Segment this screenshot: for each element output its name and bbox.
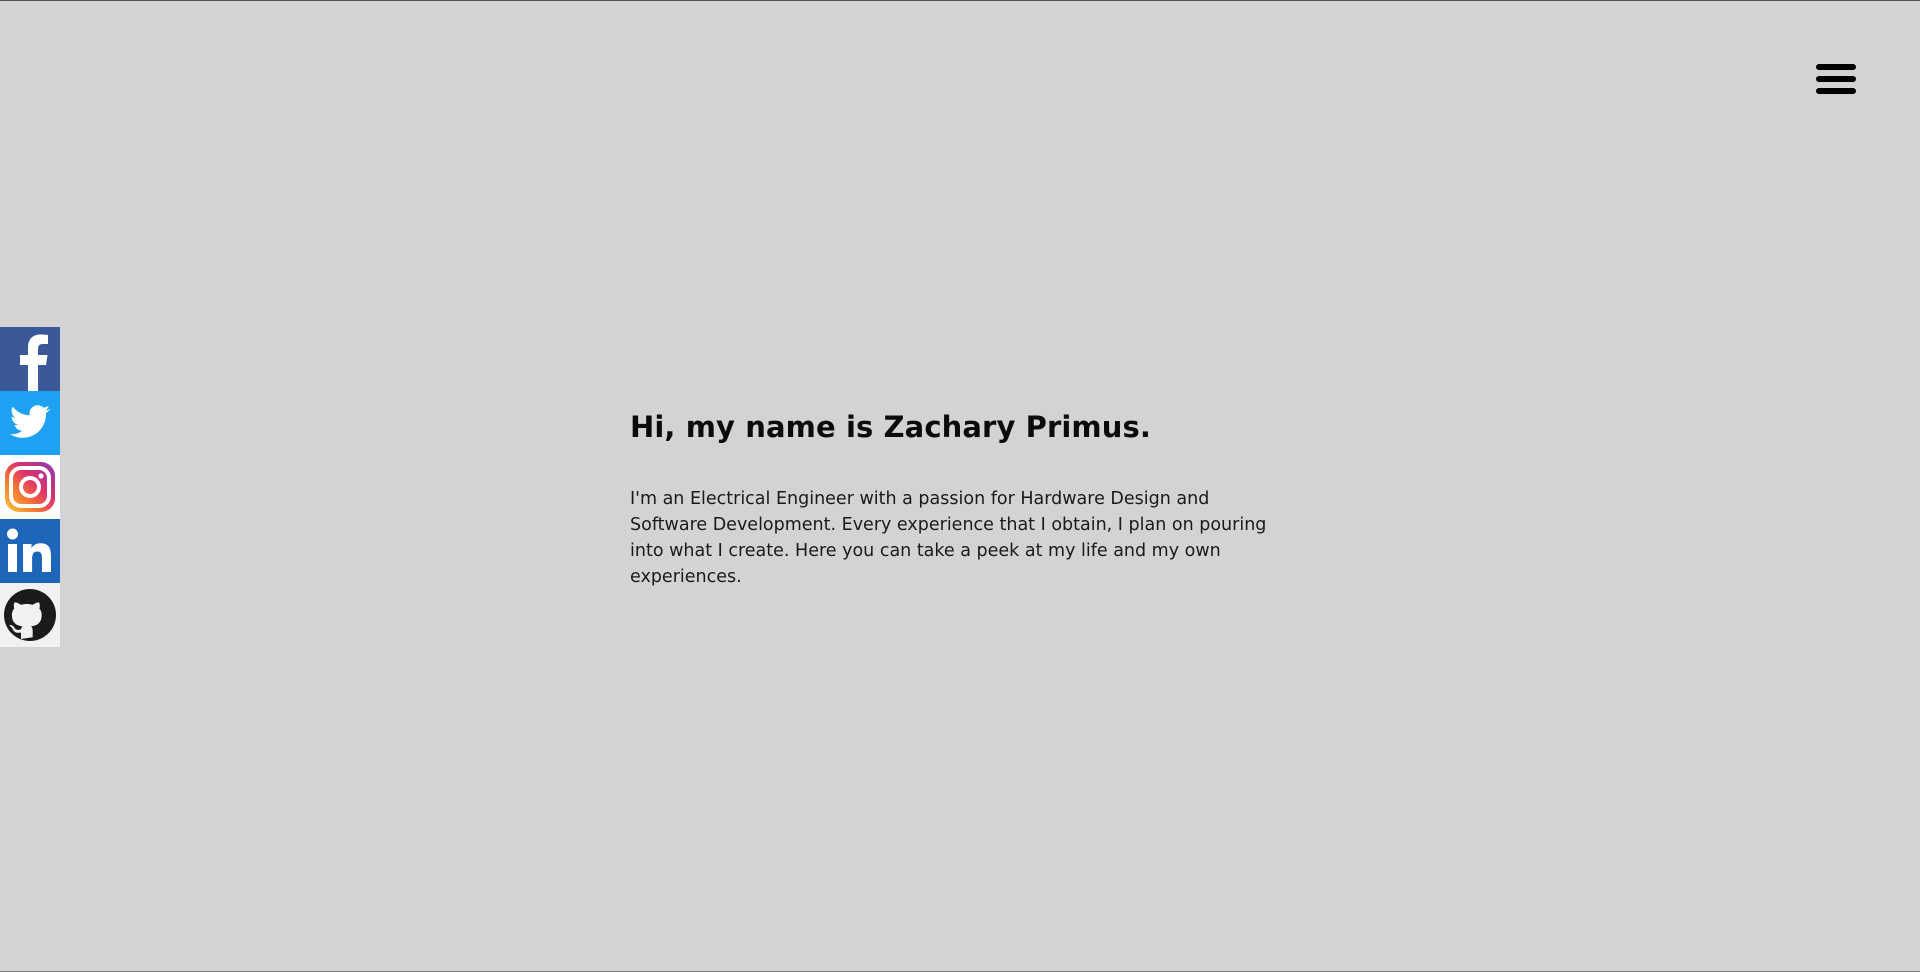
hamburger-menu-bar xyxy=(1816,88,1856,94)
github-icon xyxy=(4,589,56,641)
facebook-icon xyxy=(20,334,48,391)
hero-description: I'm an Electrical Engineer with a passio… xyxy=(630,489,1267,587)
facebook-link[interactable] xyxy=(0,327,60,391)
twitter-icon xyxy=(9,405,51,438)
instagram-link[interactable] xyxy=(0,455,60,519)
hero-section: Hi, my name is Zachary Primus. I'm an El… xyxy=(630,410,1290,590)
instagram-icon xyxy=(5,462,55,512)
github-link[interactable] xyxy=(0,583,60,647)
hero-heading: Hi, my name is Zachary Primus. xyxy=(630,410,1151,444)
twitter-link[interactable] xyxy=(0,391,60,455)
hamburger-menu-bar xyxy=(1816,76,1856,82)
hamburger-menu-button[interactable] xyxy=(1812,60,1860,100)
linkedin-link[interactable] xyxy=(0,519,60,583)
linkedin-icon xyxy=(7,528,51,572)
top-border xyxy=(0,0,1920,1)
hamburger-menu-icon xyxy=(1816,64,1856,70)
social-sidebar xyxy=(0,327,60,647)
